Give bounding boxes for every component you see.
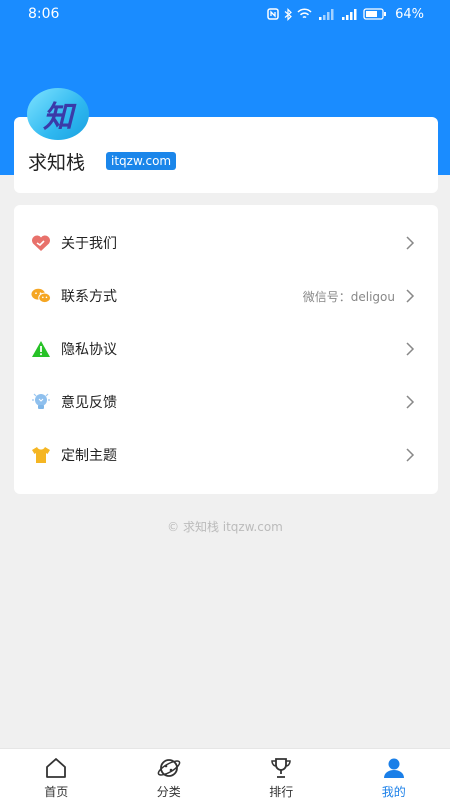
- lightbulb-icon: [31, 392, 51, 412]
- tab-home[interactable]: 首页: [0, 749, 113, 800]
- user-icon: [383, 758, 404, 778]
- menu-label-theme: 定制主题: [61, 448, 117, 464]
- chevron-right-icon: [406, 236, 415, 250]
- menu-label-contact: 联系方式: [61, 289, 117, 305]
- wechat-id-value: 微信号：deligou: [302, 289, 395, 304]
- heart-handshake-icon: [31, 233, 51, 253]
- wechat-icon: [31, 286, 51, 306]
- menu-label-privacy: 隐私协议: [61, 342, 117, 358]
- battery-percent: 64%: [395, 6, 424, 22]
- menu-item-about[interactable]: 关于我们: [14, 223, 438, 263]
- status-icons: 64%: [267, 7, 424, 22]
- tab-label-home: 首页: [44, 785, 69, 799]
- tab-category[interactable]: 分类: [113, 749, 226, 800]
- tab-mine[interactable]: 我的: [338, 749, 450, 800]
- tab-label-ranking: 排行: [269, 785, 294, 799]
- chevron-right-icon: [406, 448, 415, 462]
- menu-label-about: 关于我们: [61, 236, 117, 252]
- profile-badge: itqzw.com: [106, 152, 177, 170]
- signal-icon: [319, 9, 334, 20]
- home-icon: [46, 758, 67, 778]
- signal-icon-2: [342, 9, 357, 20]
- planet-icon: [157, 759, 181, 777]
- menu-item-feedback[interactable]: 意见反馈: [14, 382, 438, 422]
- tab-label-category: 分类: [156, 785, 181, 799]
- menu-label-feedback: 意见反馈: [61, 395, 117, 411]
- menu-card: 关于我们 联系方式 微信号：deligou 隐私协议 意见反馈 定制主题: [14, 205, 438, 494]
- warning-icon: [31, 339, 51, 359]
- tab-label-mine: 我的: [381, 785, 406, 799]
- nfc-icon: [267, 8, 279, 20]
- menu-item-privacy[interactable]: 隐私协议: [14, 329, 438, 369]
- menu-item-theme[interactable]: 定制主题: [14, 435, 438, 475]
- chevron-right-icon: [406, 395, 415, 409]
- chevron-right-icon: [406, 342, 415, 356]
- bottom-tab-bar: 首页 分类 排行 我的: [0, 748, 450, 800]
- profile-name: 求知栈: [28, 152, 86, 174]
- wifi-icon: [297, 8, 312, 19]
- avatar[interactable]: 知: [27, 88, 89, 140]
- status-bar: 8:06 64%: [0, 0, 450, 28]
- menu-item-contact[interactable]: 联系方式 微信号：deligou: [14, 276, 438, 316]
- chevron-right-icon: [406, 289, 415, 303]
- status-time: 8:06: [28, 6, 60, 22]
- tshirt-icon: [31, 445, 51, 465]
- avatar-char: 知: [43, 100, 73, 135]
- copyright-text: © 求知栈 itqzw.com: [167, 520, 283, 534]
- bluetooth-icon: [284, 7, 292, 21]
- battery-icon: [363, 8, 387, 20]
- tab-ranking[interactable]: 排行: [225, 749, 338, 800]
- trophy-icon: [271, 758, 292, 778]
